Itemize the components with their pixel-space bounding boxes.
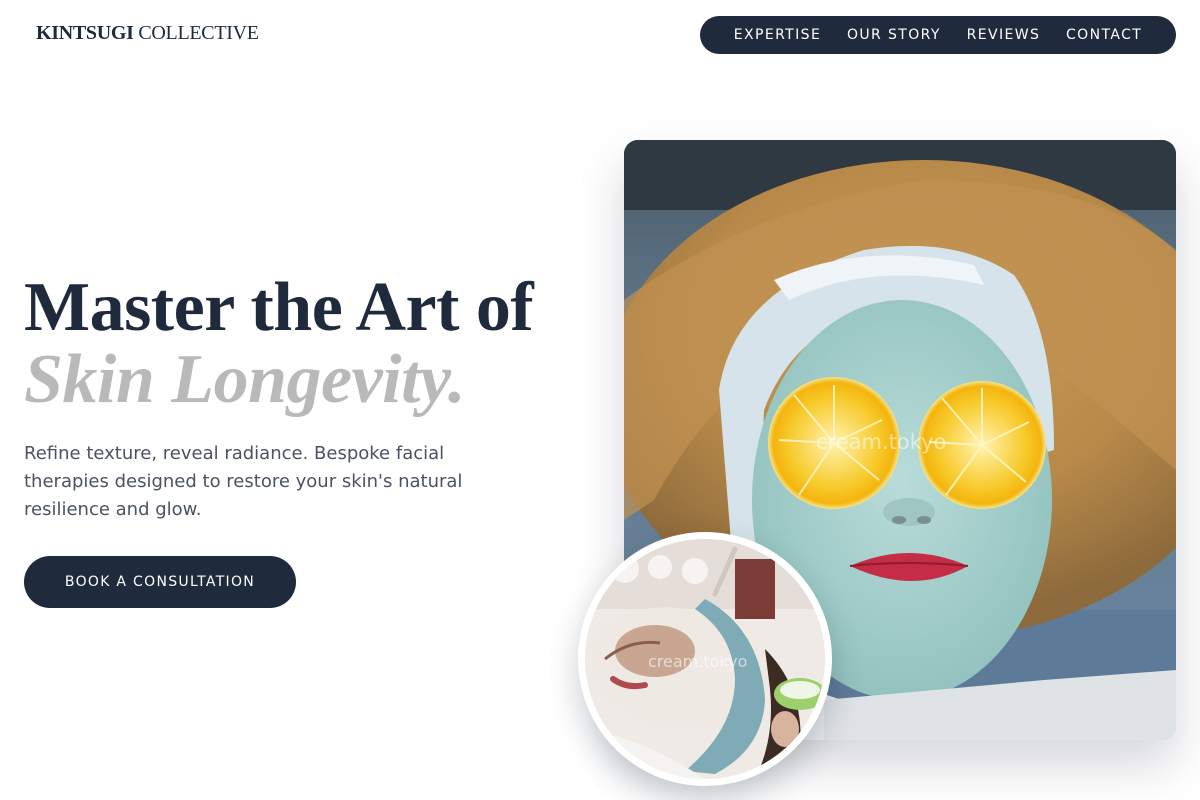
nav-item-contact[interactable]: CONTACT <box>1066 27 1142 43</box>
landing-page: KINTSUGI COLLECTIVE EXPERTISE OUR STORY … <box>0 0 1200 800</box>
brand-name-bold: KINTSUGI <box>36 22 134 44</box>
book-consultation-button[interactable]: BOOK A CONSULTATION <box>24 556 296 608</box>
brand-name-light: COLLECTIVE <box>138 22 259 44</box>
nav-item-expertise[interactable]: EXPERTISE <box>734 27 821 43</box>
main-nav: EXPERTISE OUR STORY REVIEWS CONTACT <box>700 16 1176 54</box>
hero-inset-image <box>578 532 832 786</box>
hero-description: Refine texture, reveal radiance. Bespoke… <box>24 443 463 520</box>
hero-title-line1: Master the Art of <box>24 269 534 346</box>
nav-item-reviews[interactable]: REVIEWS <box>967 27 1041 43</box>
brand-logo[interactable]: KINTSUGI COLLECTIVE <box>36 22 259 45</box>
hero-title-line2: Skin Longevity. <box>24 341 466 418</box>
nav-item-our-story[interactable]: OUR STORY <box>847 27 941 43</box>
hero-title: Master the Art of Skin Longevity. <box>24 269 534 418</box>
